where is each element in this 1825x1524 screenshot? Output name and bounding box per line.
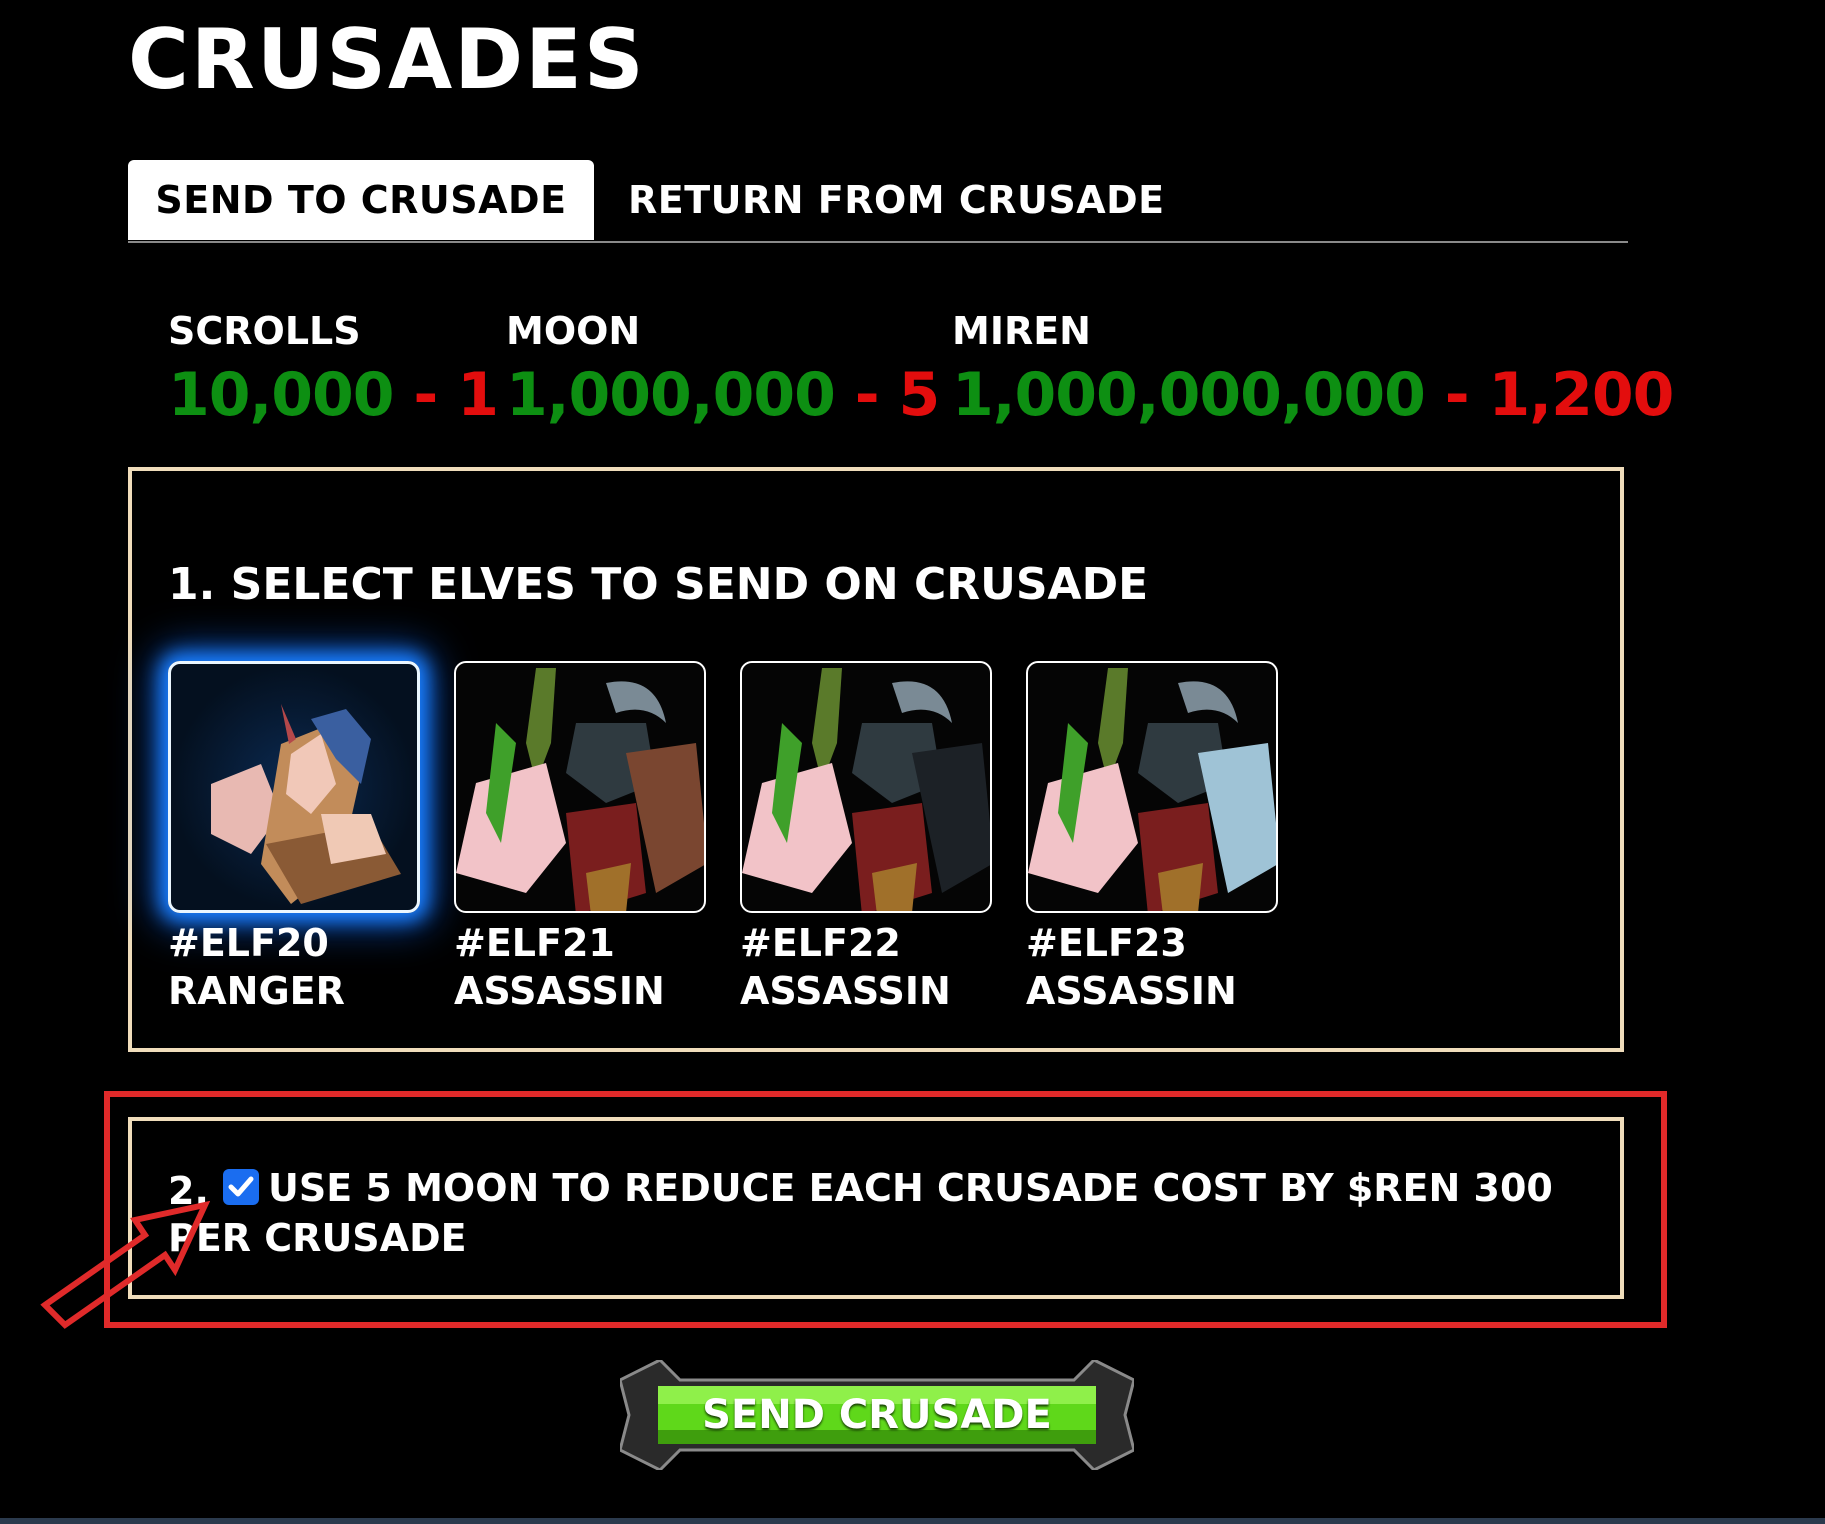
assassin-portrait-image — [742, 668, 990, 911]
stat-separator: - — [393, 360, 458, 430]
elf-class: ASSASSIN — [1026, 969, 1237, 1013]
elf-id: #ELF23 — [1026, 921, 1187, 965]
tab-send-to-crusade[interactable]: SEND TO CRUSADE — [128, 160, 594, 240]
page-title: CRUSADES — [128, 11, 646, 108]
stat-separator: - — [1424, 360, 1489, 430]
send-crusade-label: SEND CRUSADE — [702, 1392, 1052, 1438]
elf-portrait-assassin[interactable] — [1026, 661, 1278, 913]
send-crusade-button[interactable]: SEND CRUSADE — [618, 1358, 1136, 1472]
arrow-pointer-icon — [40, 1200, 210, 1329]
stat-amount: 10,000 — [168, 360, 395, 430]
stat-value: 1,000,000,000 - 1,200 — [952, 357, 1675, 433]
elf-id: #ELF20 — [168, 921, 329, 965]
stat-value: 10,000 - 1 — [168, 357, 499, 433]
elf-class: ASSASSIN — [454, 969, 665, 1013]
elf-id: #ELF21 — [454, 921, 615, 965]
elf-portrait-assassin[interactable] — [454, 661, 706, 913]
stat-miren: MIREN 1,000,000,000 - 1,200 — [952, 305, 1675, 433]
elf-portrait-assassin[interactable] — [740, 661, 992, 913]
stat-amount: 1,000,000 — [506, 360, 836, 430]
elf-card-21[interactable]: #ELF21 ASSASSIN — [454, 661, 710, 1015]
stat-cost: 1,200 — [1488, 360, 1675, 430]
stat-separator: - — [834, 360, 899, 430]
elf-card-22[interactable]: #ELF22 ASSASSIN — [740, 661, 996, 1015]
assassin-portrait-image — [456, 668, 704, 911]
bottom-bar — [0, 1518, 1825, 1524]
stat-cost: 5 — [898, 360, 941, 430]
assassin-portrait-image — [1028, 668, 1276, 911]
stat-label: MOON — [506, 309, 641, 353]
ranger-portrait-image — [211, 704, 401, 904]
select-elves-title: 1. SELECT ELVES TO SEND ON CRUSADE — [168, 559, 1149, 610]
stat-amount: 1,000,000,000 — [952, 360, 1426, 430]
stat-cost: 1 — [457, 360, 499, 430]
stat-label: SCROLLS — [168, 309, 361, 353]
elf-card-20[interactable]: #ELF20 RANGER — [168, 661, 424, 1015]
elf-class: RANGER — [168, 969, 345, 1013]
stat-moon: MOON 1,000,000 - 5 — [506, 305, 941, 433]
moon-option-panel: 2. USE 5 MOON TO REDUCE EACH CRUSADE COS… — [128, 1117, 1624, 1299]
use-moon-option-label: USE 5 MOON TO REDUCE EACH CRUSADE COST B… — [168, 1166, 1553, 1260]
elf-portrait-ranger[interactable] — [168, 661, 420, 913]
crusade-tabs: SEND TO CRUSADE RETURN FROM CRUSADE — [128, 160, 1628, 243]
elf-card-23[interactable]: #ELF23 ASSASSIN — [1026, 661, 1282, 1015]
stat-scrolls: SCROLLS 10,000 - 1 — [168, 305, 499, 433]
stat-value: 1,000,000 - 5 — [506, 357, 941, 433]
tab-return-from-crusade[interactable]: RETURN FROM CRUSADE — [628, 160, 1165, 240]
elf-id: #ELF22 — [740, 921, 901, 965]
stat-label: MIREN — [952, 309, 1091, 353]
select-elves-panel: 1. SELECT ELVES TO SEND ON CRUSADE #ELF2… — [128, 467, 1624, 1052]
elf-class: ASSASSIN — [740, 969, 951, 1013]
